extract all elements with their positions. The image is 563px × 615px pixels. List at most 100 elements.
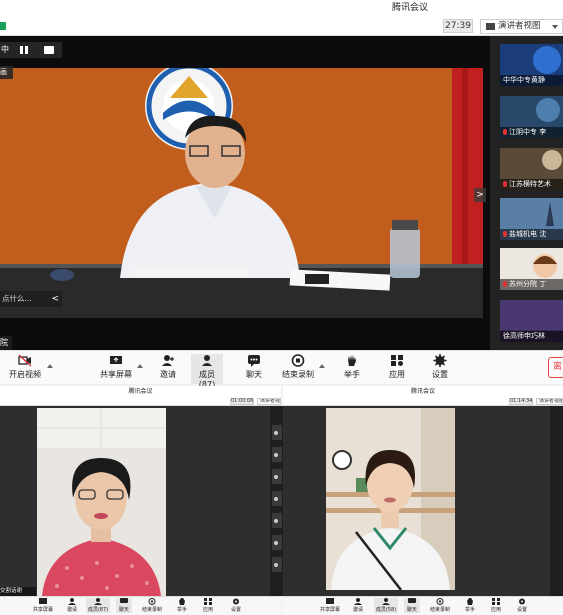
left-toolbar-settings[interactable]: 设置 — [228, 598, 244, 613]
right-toolbar-hand[interactable]: 举手 — [462, 598, 478, 613]
speaker-video-image — [0, 68, 483, 318]
right-toolbar-record[interactable]: 结束录制 — [428, 598, 452, 613]
right-window-view-button[interactable]: 演讲者视图 — [536, 398, 563, 405]
toolbar-label: 举手 — [344, 370, 360, 379]
mini-participant-tile[interactable] — [272, 490, 282, 506]
left-toolbar-record[interactable]: 结束录制 — [140, 598, 164, 613]
toolbar-settings-button[interactable]: 设置 — [428, 354, 452, 384]
right-toolbar-label: 邀请 — [352, 607, 363, 613]
participant-tile[interactable]: 苏州分院 丁 — [500, 248, 563, 290]
view-switch-button[interactable]: 演讲者视图 — [480, 19, 563, 34]
right-toolbar-invite[interactable]: 邀请 — [350, 598, 366, 613]
leave-meeting-button[interactable]: 离 — [548, 357, 563, 378]
participant-tile[interactable]: 盐城机电 沈 — [500, 198, 563, 240]
left-toolbar-label: 成员(87) — [87, 607, 109, 613]
chevron-up-icon[interactable] — [137, 364, 143, 368]
toolbar-apps-button[interactable]: 应用 — [385, 354, 409, 384]
mini-participant-tile[interactable] — [272, 446, 282, 462]
right-toolbar-label: 应用 — [490, 607, 501, 613]
right-toolbar-chat[interactable]: 聊天 — [404, 598, 420, 613]
chat-icon — [120, 598, 128, 603]
window-title: 腾讯会议 — [392, 3, 429, 13]
chat-input-placeholder: 点什么... — [2, 294, 32, 303]
left-speaker-video — [37, 408, 166, 596]
left-speaker-video-image — [37, 408, 166, 596]
mini-participant-tile[interactable] — [272, 468, 282, 484]
screenshot-root: 腾讯会议 27:39 演讲者视图 中 画 点什么... < 院 > 中华中专黄静… — [0, 0, 563, 615]
pause-icon[interactable] — [20, 46, 29, 54]
toolbar-label: 共享屏幕 — [100, 370, 132, 379]
chat-input-chip[interactable]: 点什么... < — [0, 291, 62, 307]
right-toolbar-settings[interactable]: 设置 — [514, 598, 530, 613]
right-toolbar-share[interactable]: 共享屏幕 — [319, 598, 341, 613]
right-toolbar-label: 结束录制 — [429, 607, 450, 613]
left-toolbar-share[interactable]: 共享屏幕 — [32, 598, 54, 613]
left-toolbar-apps[interactable]: 应用 — [200, 598, 216, 613]
participant-tile[interactable]: 江阴中专 李 — [500, 96, 563, 138]
raise-hand-icon — [467, 598, 473, 605]
toolbar-members-button[interactable]: 成员(87) — [191, 354, 223, 389]
mic-muted-icon — [503, 231, 507, 237]
left-toolbar-hand[interactable]: 举手 — [174, 598, 190, 613]
raise-hand-icon — [179, 598, 185, 605]
left-toolbar-label: 结束录制 — [141, 607, 162, 613]
mic-muted-icon — [503, 181, 507, 187]
toolbar-invite-button[interactable]: 邀请 — [155, 354, 181, 384]
mini-participant-tile[interactable] — [272, 512, 282, 528]
apps-icon — [492, 598, 500, 605]
toolbar-chat-button[interactable]: 聊天 — [240, 354, 268, 384]
participant-name: 苏州分院 丁 — [500, 279, 563, 290]
view-switch-label: 演讲者视图 — [498, 21, 541, 31]
left-toolbar-label: 邀请 — [66, 607, 77, 613]
toolbar-raise-hand-button[interactable]: 举手 — [340, 354, 364, 384]
apps-icon — [391, 355, 403, 366]
mini-participant-tile[interactable] — [272, 424, 282, 440]
stop-record-icon — [148, 598, 156, 605]
left-toolbar-label: 应用 — [202, 607, 213, 613]
left-toolbar-label: 举手 — [176, 607, 187, 613]
left-toolbar-members[interactable]: 成员(87) — [86, 598, 110, 613]
left-window-view-button[interactable]: 演讲者视图 — [257, 398, 281, 405]
settings-icon — [233, 598, 239, 605]
participant-tile[interactable]: 中华中专黄静 — [500, 44, 563, 86]
right-toolbar-apps[interactable]: 应用 — [488, 598, 504, 613]
share-screen-icon — [110, 356, 122, 364]
toolbar-share-button[interactable]: 共享屏幕 — [96, 354, 136, 384]
window-title-bar: 腾讯会议 — [0, 0, 563, 17]
right-toolbar-members[interactable]: 成员(58) — [374, 598, 398, 613]
right-toolbar-label: 举手 — [464, 607, 475, 613]
toolbar-stop-record-button[interactable]: 结束录制 — [280, 354, 316, 384]
strip-toggle-arrow[interactable]: > — [474, 188, 486, 202]
collapse-arrow-icon[interactable]: < — [51, 291, 59, 307]
participant-tile[interactable]: 江苏横特艺术 — [500, 148, 563, 190]
participant-tile[interactable]: 徐高师申巧林 — [500, 300, 563, 342]
window-icon[interactable] — [44, 46, 54, 54]
participant-name: 盐城机电 沈 — [500, 229, 563, 240]
top-left-chip-label: 中 — [1, 45, 9, 54]
mini-participant-tile[interactable] — [272, 556, 282, 572]
top-left-chip: 中 — [0, 42, 62, 58]
chevron-down-icon — [552, 25, 558, 29]
chevron-up-icon[interactable] — [319, 364, 325, 368]
left-toolbar-label: 设置 — [230, 607, 241, 613]
left-toolbar-chat[interactable]: 聊天 — [116, 598, 132, 613]
raise-hand-icon — [348, 355, 356, 366]
stop-record-icon — [436, 598, 444, 605]
meeting-timer: 27:39 — [443, 19, 473, 33]
mini-participant-tile[interactable] — [272, 534, 282, 550]
chevron-up-icon[interactable] — [47, 364, 53, 368]
left-window-title: 腾讯会议 — [0, 386, 281, 397]
stop-record-icon — [291, 354, 305, 367]
invite-icon — [162, 355, 174, 366]
left-toolbar-label: 共享屏幕 — [32, 607, 53, 613]
meeting-top-bar — [0, 17, 563, 36]
toolbar-label: 邀请 — [160, 370, 176, 379]
chat-icon — [248, 355, 260, 367]
left-window-caption: 交割话谢 — [0, 587, 36, 596]
participant-name: 中华中专黄静 — [500, 75, 563, 86]
right-toolbar-label: 共享屏幕 — [319, 607, 340, 613]
right-window-timer: 01:14:34 — [509, 398, 533, 405]
mic-muted-icon — [503, 281, 507, 287]
left-toolbar-invite[interactable]: 邀请 — [64, 598, 80, 613]
toolbar-video-button[interactable]: 开启视频 — [6, 354, 44, 384]
